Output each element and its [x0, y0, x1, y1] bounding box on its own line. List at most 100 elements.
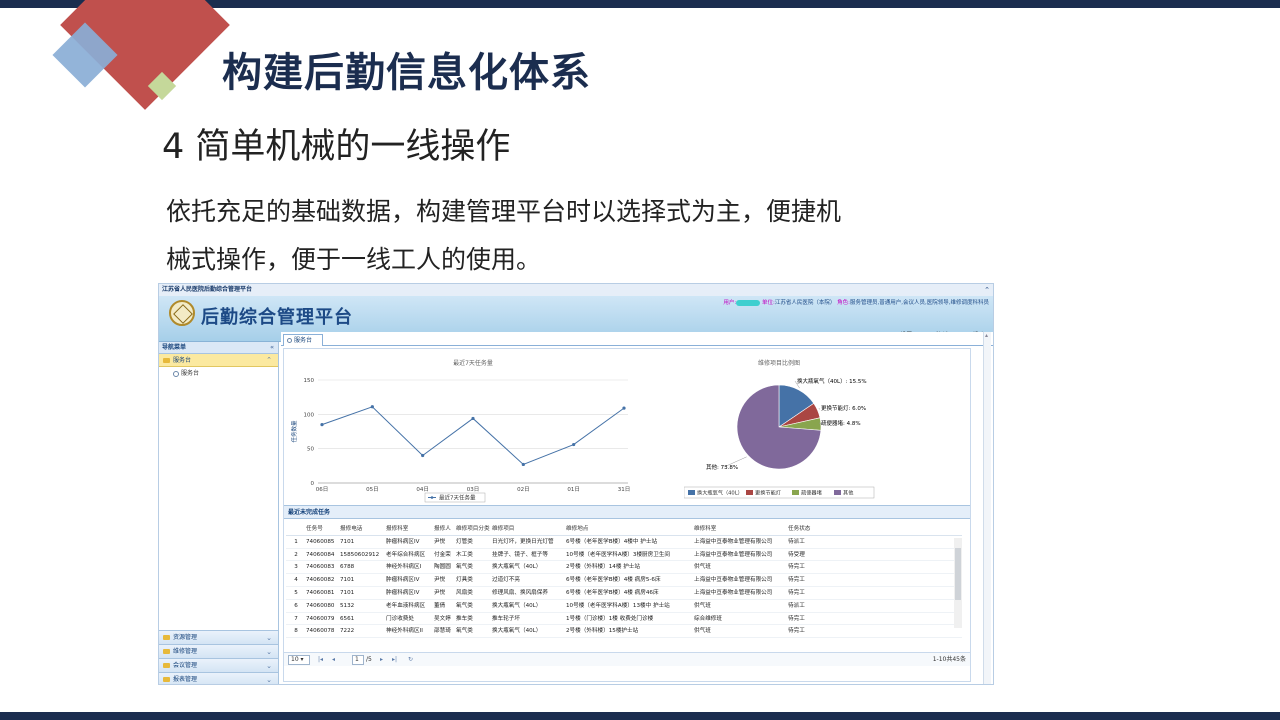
app-name: 后勤综合管理平台	[201, 307, 353, 328]
table-row[interactable]: 7 74060079 6561 门诊收费处 吴文婷 推车类 推车轮子坏 1号楼（门诊楼）1楼 …	[286, 613, 962, 626]
chevron-up-icon[interactable]: ⌃	[266, 354, 272, 367]
chevron-down-icon: ⌄	[266, 648, 272, 656]
table-row[interactable]: 2 74060084 15850602912 老年综合科病区 付金荣 木工类 挂牌子、镜子、…	[286, 549, 962, 562]
hospital-logo-icon	[169, 300, 195, 326]
column-header[interactable]: 维修项目	[490, 523, 564, 535]
column-header[interactable]: 任务号	[304, 523, 338, 535]
dashboard-content: 最近7天任务量 0 50 100 150 任务数量 06日 05日 04日 03日 02日 01日 31…	[283, 348, 971, 682]
nav-group-repair[interactable]: 维修管理 ⌄	[159, 644, 278, 658]
prev-page-icon[interactable]: ◂	[332, 653, 335, 666]
table-cell: 供气班	[694, 564, 711, 571]
data-point	[521, 462, 525, 467]
horizontal-scrollbar[interactable]	[159, 684, 439, 685]
main-area: 服务台 最近7天任务量 0 50 100 150 任务数量 06日 05日 04日 03日 02日 0…	[281, 332, 993, 684]
table-cell: 推车轮子坏	[492, 615, 520, 622]
data-point	[572, 442, 576, 447]
collapse-left-icon[interactable]: «	[270, 342, 274, 354]
table-cell: 挂牌子、镜子、框子等	[492, 551, 548, 558]
table-cell: 74060082	[306, 577, 335, 584]
table-cell: 待完工	[788, 628, 805, 635]
table-cell: 6	[294, 602, 298, 609]
nav-group-resources[interactable]: 资源管理 ⌄	[159, 630, 278, 644]
slice-label: 其他: 73.8%	[706, 463, 738, 471]
table-cell: 供气班	[694, 628, 711, 635]
task-table: 任务号 报修电话 报修科室 报修人 维修项目分类 维修项目 维修地点 维修科室 任务状态 1 740…	[286, 523, 962, 639]
nav-group-meetings[interactable]: 会议管理 ⌄	[159, 658, 278, 672]
table-scrollbar[interactable]	[954, 538, 962, 628]
table-cell: 74060085	[306, 538, 335, 545]
table-cell: 换大瓶氧气（40L）	[492, 602, 542, 609]
column-header[interactable]: 维修科室	[692, 523, 786, 535]
folder-icon	[163, 358, 170, 363]
first-page-icon[interactable]: |◂	[318, 653, 323, 666]
table-cell: 2	[294, 551, 298, 558]
series-line	[321, 406, 625, 466]
table-row[interactable]: 3 74060083 6788 神经外科病区I 陶圆圆 氧气类 换大瓶氧气（40L） 2号楼（…	[286, 561, 962, 575]
gear-icon	[173, 370, 179, 377]
table-cell: 74060084	[306, 551, 335, 558]
tab-service-desk[interactable]: 服务台	[283, 334, 323, 346]
y-tick-label: 0	[311, 481, 315, 487]
task-grid: 最近未完成任务 任务号 报修电话 报修科室 报修人 维修项目分类 维修项目 维修地点 维修科室…	[284, 505, 970, 682]
table-cell: 老年血液科病区	[386, 602, 426, 609]
folder-icon	[163, 635, 170, 640]
table-cell: 董倩	[434, 602, 446, 609]
table-cell: 待完工	[788, 577, 805, 584]
table-cell: 日光灯坏，更换日光灯管	[492, 538, 554, 545]
nav-item-label: 服务台	[173, 357, 192, 364]
nav-header-label: 导航菜单	[162, 344, 187, 351]
table-cell: 74060079	[306, 615, 335, 622]
next-page-icon[interactable]: ▸	[380, 653, 383, 666]
table-cell: 陶圆圆	[434, 564, 451, 571]
app-screenshot: 江苏省人民医院后勤综合管理平台 ⌃ 后勤综合管理平台 用户: 单位:江苏省人民医…	[158, 283, 994, 685]
user-key: 用户:	[723, 300, 737, 306]
grid-title: 最近未完成任务	[284, 505, 970, 519]
table-cell: 2号楼（外科楼）14楼 护士站	[566, 564, 640, 571]
table-row[interactable]: 8 74060078 7222 神经外科病区II 邵慧琦 氧气类 换大瓶氧气（40L） 2号楼…	[286, 625, 962, 639]
table-cell: 1号楼（门诊楼）1楼 收费处门诊楼	[566, 615, 654, 622]
column-header[interactable]: 任务状态	[786, 523, 816, 535]
table-cell: 神经外科病区II	[386, 628, 423, 635]
refresh-icon[interactable]: ↻	[408, 653, 413, 666]
page-input[interactable]: 1	[352, 655, 364, 665]
table-row[interactable]: 4 74060082 7101 肿瘤科病区IV 尹悦 灯具类 过道灯不亮 6号楼（老年医学B楼…	[286, 574, 962, 587]
table-row[interactable]: 6 74060080 5132 老年血液科病区 董倩 氧气类 换大瓶氧气（40L） 10号楼（…	[286, 600, 962, 613]
nav-item-service-desk[interactable]: 服务台 ⌃	[159, 354, 278, 367]
table-cell: 供气班	[694, 602, 711, 609]
page-size-select[interactable]: 10 ▾	[288, 655, 310, 665]
table-cell: 待完工	[788, 615, 805, 622]
column-header[interactable]: 报修人	[432, 523, 454, 535]
table-cell: 74060080	[306, 602, 335, 609]
slide-paragraph-line1: 依托充足的基础数据，构建管理平台时以选择式为主，便捷机	[166, 197, 842, 226]
x-tick-label: 31日	[618, 486, 631, 493]
table-row[interactable]: 1 74060085 7101 肿瘤科病区IV 尹悦 灯管类 日光灯坏，更换日光灯管 6号楼（…	[286, 536, 962, 549]
nav-group-label: 维修管理	[173, 648, 198, 655]
table-cell: 肿瘤科病区IV	[386, 589, 420, 596]
nav-subitem-service-desk[interactable]: 服务台	[159, 367, 278, 381]
collapse-up-icon[interactable]: ⌃	[984, 284, 990, 296]
table-cell: 木工类	[456, 551, 473, 558]
column-header[interactable]: 维修项目分类	[454, 523, 490, 535]
table-row[interactable]: 5 74060081 7101 肿瘤科病区IV 尹悦 风扇类 修理风扇、换风扇保养 6号楼（老…	[286, 587, 962, 600]
folder-icon	[163, 649, 170, 654]
slice-label: 换大瓶氧气（40L）: 15.5%	[797, 377, 867, 385]
column-header[interactable]	[286, 523, 304, 535]
last-page-icon[interactable]: ▸|	[392, 653, 397, 666]
x-tick-label: 04日	[416, 486, 429, 493]
table-cell: 6788	[340, 564, 355, 571]
column-header[interactable]: 报修电话	[338, 523, 384, 535]
chevron-down-icon: ⌄	[266, 662, 272, 670]
table-cell: 老年综合科病区	[386, 551, 426, 558]
table-cell: 上海益中亘泰物业管理有限公司	[694, 589, 773, 596]
table-cell: 氧气类	[456, 564, 473, 571]
nav-header: 导航菜单 «	[159, 342, 278, 354]
table-cell: 6号楼（老年医学B楼）4楼 病房5-6床	[566, 577, 661, 584]
main-scrollbar[interactable]	[983, 332, 991, 684]
table-cell: 邵慧琦	[434, 628, 451, 635]
legend-label: 最近7天任务量	[439, 494, 476, 502]
column-header[interactable]: 报修科室	[384, 523, 432, 535]
nav-subitem-label: 服务台	[181, 370, 200, 377]
nav-group-label: 报表管理	[173, 676, 198, 683]
column-header[interactable]: 维修地点	[564, 523, 692, 535]
table-cell: 综合维修班	[694, 615, 722, 622]
